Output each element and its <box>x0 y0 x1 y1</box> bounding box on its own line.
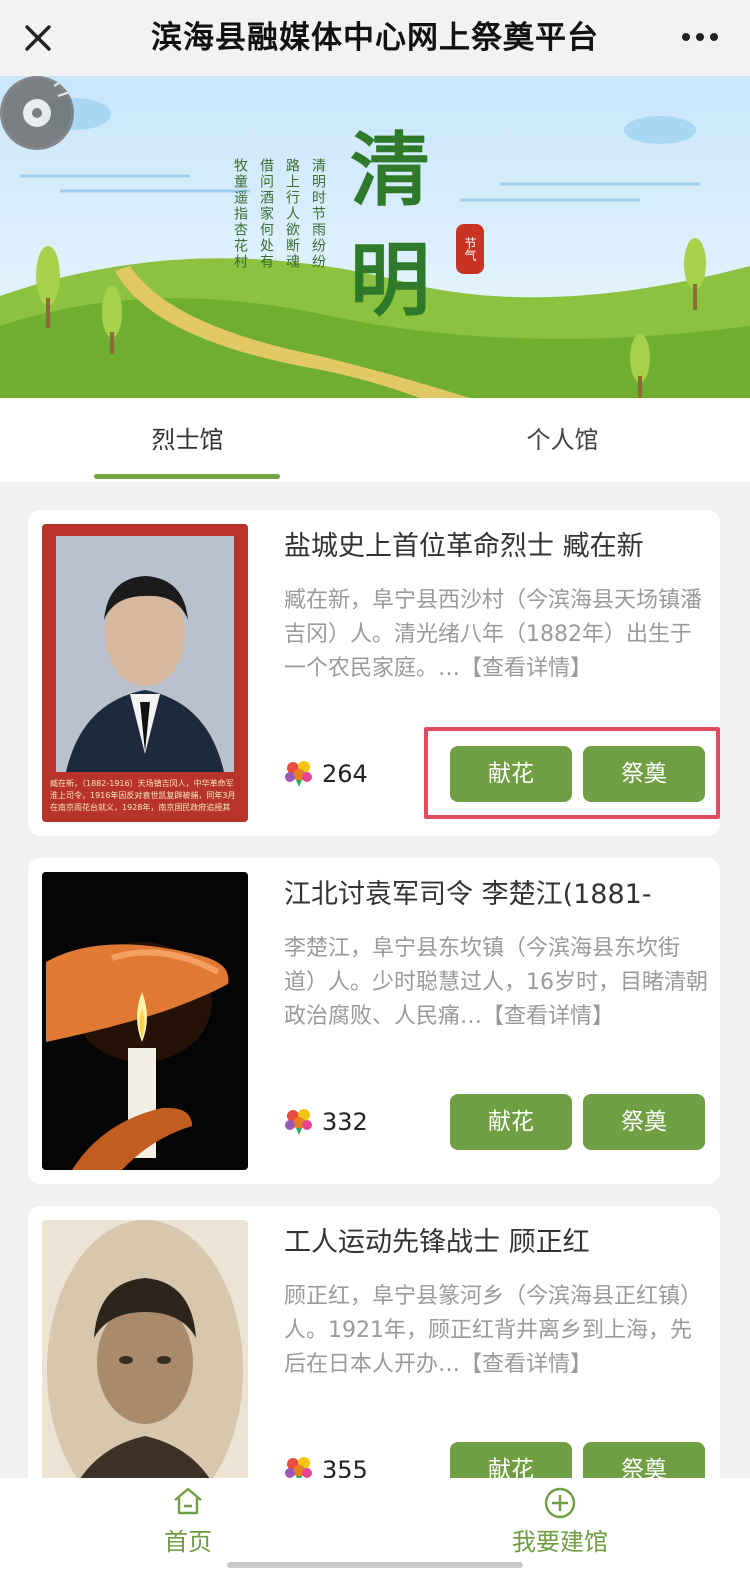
martyr-name[interactable]: 江北讨袁军司令 李楚江(1881- <box>284 872 704 911</box>
memorial-card[interactable]: 工人运动先锋战士 顾正红 顾正红，阜宁县篆河乡（今滨海县正红镇）人。1921年，… <box>28 1206 720 1496</box>
qingming-poem: 清明时节雨纷纷 路上行人欲断魂 借问酒家何处有 牧童遥指杏花村 <box>230 158 328 270</box>
poem-line: 牧童遥指杏花村 <box>232 158 248 270</box>
music-disc-icon[interactable] <box>0 76 74 150</box>
tab-martyr-hall[interactable]: 烈士馆 <box>0 398 375 482</box>
flower-counter: 332 <box>284 1102 414 1142</box>
hall-tabs: 烈士馆 个人馆 <box>0 398 750 482</box>
nav-create-hall-label: 我要建馆 <box>512 1528 608 1556</box>
offer-flower-button[interactable]: 献花 <box>450 1094 572 1150</box>
martyr-photo[interactable]: 臧在新，（1882-1916）天场镇吉冈人，中华革命军淮上司令，1916年因反对… <box>42 524 248 822</box>
flower-counter: 264 <box>284 754 414 794</box>
poem-line: 借问酒家何处有 <box>258 158 274 270</box>
nav-create-hall[interactable]: 我要建馆 <box>460 1486 660 1557</box>
nav-home[interactable]: 首页 <box>88 1486 288 1557</box>
candle-image <box>42 872 248 1170</box>
photo-caption: 臧在新，（1882-1916）天场镇吉冈人，中华革命军淮上司令，1916年因反对… <box>50 779 236 812</box>
flower-count: 332 <box>322 1108 368 1136</box>
poem-line: 路上行人欲断魂 <box>284 158 300 270</box>
bottom-nav: 首页 我要建馆 <box>0 1478 750 1572</box>
qingming-banner: 清明时节雨纷纷 路上行人欲断魂 借问酒家何处有 牧童遥指杏花村 清 明 节气 <box>0 76 750 398</box>
solar-term-seal: 节气 <box>456 224 484 274</box>
martyr-name[interactable]: 工人运动先锋战士 顾正红 <box>284 1220 704 1259</box>
memorial-button[interactable]: 祭奠 <box>583 1094 705 1150</box>
highlight-box <box>424 727 720 819</box>
plus-circle-icon <box>544 1487 576 1519</box>
martyr-photo[interactable] <box>42 872 248 1170</box>
memorial-card[interactable]: 江北讨袁军司令 李楚江(1881- 李楚江，阜宁县东坎镇（今滨海县东坎街道）人。… <box>28 858 720 1184</box>
martyr-name[interactable]: 盐城史上首位革命烈士 臧在新 <box>284 524 704 563</box>
flower-count: 264 <box>322 760 368 788</box>
martyr-photo[interactable] <box>42 1220 248 1496</box>
home-icon <box>174 1487 202 1515</box>
poem-line: 清明时节雨纷纷 <box>310 158 326 270</box>
tab-personal-hall[interactable]: 个人馆 <box>375 398 750 482</box>
active-tab-indicator <box>94 474 280 479</box>
home-indicator <box>227 1562 523 1568</box>
banner-char-qing: 清 <box>350 123 430 217</box>
banner-char-ming: 明 <box>350 233 430 327</box>
close-icon[interactable] <box>18 18 58 58</box>
martyr-description[interactable]: 臧在新，阜宁县西沙村（今滨海县天场镇潘吉冈）人。清光绪八年（1882年）出生于一… <box>284 584 710 686</box>
bouquet-icon <box>285 1109 312 1135</box>
nav-home-label: 首页 <box>164 1528 212 1556</box>
martyr-description[interactable]: 李楚江，阜宁县东坎镇（今滨海县东坎街道）人。少时聪慧过人，16岁时，目睹清朝政治… <box>284 932 710 1034</box>
martyr-description[interactable]: 顾正红，阜宁县篆河乡（今滨海县正红镇）人。1921年，顾正红背井离乡到上海，先后… <box>284 1280 710 1382</box>
top-bar: 滨海县融媒体中心网上祭奠平台 <box>0 0 750 76</box>
bouquet-icon <box>285 761 312 787</box>
more-icon[interactable] <box>680 30 720 44</box>
portrait-image <box>42 1220 248 1496</box>
page-title: 滨海县融媒体中心网上祭奠平台 <box>151 20 599 56</box>
